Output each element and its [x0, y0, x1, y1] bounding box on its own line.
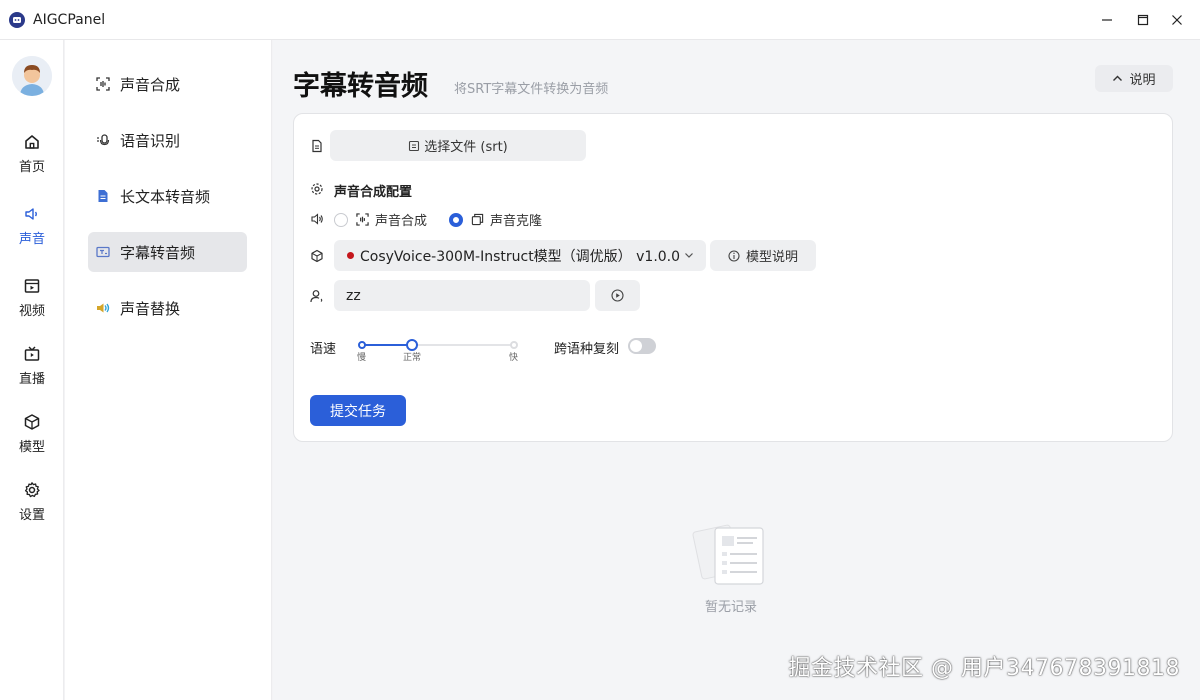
task-form-card: 选择文件 (srt) 声音合成配置 声音合成 声音克隆 CosyVoice-30…: [293, 113, 1173, 442]
cross-lingual-label: 跨语种复刻: [554, 342, 620, 357]
submenu-item-voice-synthesis[interactable]: 声音合成: [88, 64, 247, 104]
submenu-item-speech-recognition[interactable]: 语音识别: [88, 120, 247, 160]
speed-tick-slow: 慢: [357, 353, 367, 363]
synthesis-config-label: 声音合成配置: [334, 185, 413, 200]
help-button[interactable]: 说明: [1095, 65, 1173, 92]
speed-tick-normal: 正常: [403, 353, 422, 363]
submenu-item-sound-replace[interactable]: 声音替换: [88, 288, 247, 328]
mode-label-synthesis: 声音合成: [375, 214, 428, 229]
tv-icon: [24, 346, 40, 361]
play-button[interactable]: [595, 280, 640, 311]
gear-icon: [24, 482, 40, 498]
close-button[interactable]: [1160, 0, 1194, 40]
voice-submenu: 声音合成 语音识别 长文本转音频 字幕转音频 声音替换: [65, 40, 272, 700]
app-logo-icon: [9, 11, 25, 28]
empty-records-text: 暂无记录: [705, 600, 758, 615]
cube-icon: [24, 414, 40, 430]
speaker-person-icon: [310, 290, 323, 303]
maximize-button[interactable]: [1126, 0, 1160, 40]
mode-radio-group: 声音合成 声音克隆: [334, 210, 564, 229]
model-select[interactable]: CosyVoice-300M-Instruct模型（调优版） v1.0.0: [334, 240, 706, 271]
rail-item-model[interactable]: 模型: [0, 406, 64, 462]
cross-lingual-toggle[interactable]: [628, 338, 656, 354]
video-icon: [24, 279, 40, 293]
rail-label-video: 视频: [18, 304, 45, 319]
minimize-button[interactable]: [1090, 0, 1124, 40]
window-controls: [1090, 0, 1200, 40]
subtitle-icon: [96, 246, 110, 258]
speech-recognition-icon: [97, 134, 110, 146]
maximize-icon: [1137, 14, 1149, 26]
volume-icon: [311, 213, 323, 225]
rail-item-voice[interactable]: 声音: [0, 198, 64, 254]
submenu-label-subtitle-audio: 字幕转音频: [120, 243, 196, 262]
submit-task-button[interactable]: 提交任务: [310, 395, 406, 426]
mode-option-synthesis[interactable]: 声音合成: [334, 210, 427, 229]
empty-records-icon: [692, 524, 764, 585]
submenu-label-sound-replace: 声音替换: [120, 299, 181, 318]
speed-slider-end-dot: [510, 341, 518, 349]
submenu-label-long-text: 长文本转音频: [120, 187, 211, 206]
sound-replace-icon: [97, 303, 110, 313]
page-title: 字幕转音频: [293, 71, 428, 102]
radio-clone[interactable]: [449, 212, 464, 227]
config-gear-icon: [311, 183, 323, 195]
rail-item-home[interactable]: 首页: [0, 126, 64, 182]
speed-slider[interactable]: [358, 339, 518, 351]
submenu-label-voice-synthesis: 声音合成: [120, 75, 181, 94]
mode-option-clone[interactable]: 声音克隆: [449, 210, 542, 229]
title-bar: AIGCPanel: [0, 0, 1200, 40]
speed-slider-start-dot: [358, 341, 366, 349]
watermark: 掘金技术社区 @ 用户347678391818: [788, 656, 1180, 681]
rail-label-voice: 声音: [18, 232, 45, 247]
scan-voice-icon: [356, 213, 369, 226]
avatar[interactable]: [12, 56, 52, 96]
speed-tick-fast: 快: [509, 353, 519, 363]
model-status-dot: [347, 252, 354, 259]
clone-icon: [471, 213, 484, 226]
main-content: 字幕转音频 将SRT字幕文件转换为音频 说明 选择文件 (srt) 声音合成配置…: [273, 40, 1200, 700]
rail-item-live[interactable]: 直播: [0, 338, 64, 394]
file-select-icon: [409, 140, 420, 151]
help-label: 说明: [1129, 73, 1156, 88]
model-cube-icon: [311, 249, 323, 263]
rail-label-live: 直播: [18, 372, 45, 387]
speaker-icon: [25, 208, 37, 220]
select-file-button[interactable]: 选择文件 (srt): [330, 130, 586, 161]
select-file-label: 选择文件 (srt): [424, 140, 508, 155]
rail-label-model: 模型: [18, 440, 45, 455]
minimize-icon: [1102, 19, 1112, 21]
chevron-up-icon: [1113, 75, 1123, 81]
app-title: AIGCPanel: [33, 11, 106, 28]
radio-synthesis[interactable]: [334, 212, 348, 227]
file-icon: [312, 139, 322, 153]
left-rail: 首页 声音 视频 直播 模型 设置: [0, 40, 64, 700]
info-icon: [728, 249, 740, 262]
cross-lingual-toggle-knob: [630, 340, 642, 352]
home-icon: [25, 135, 39, 149]
rail-item-video[interactable]: 视频: [0, 270, 64, 326]
submenu-label-speech-recognition: 语音识别: [120, 131, 181, 150]
model-select-value: CosyVoice-300M-Instruct模型（调优版） v1.0.0: [360, 248, 681, 265]
submenu-item-long-text[interactable]: 长文本转音频: [88, 176, 247, 216]
chevron-down-icon: [685, 253, 693, 258]
scan-voice-icon: [96, 77, 110, 91]
close-icon: [1172, 15, 1182, 25]
document-icon: [98, 190, 108, 202]
rail-label-settings: 设置: [18, 508, 45, 523]
model-info-button[interactable]: 模型说明: [710, 240, 816, 271]
submenu-item-subtitle-audio[interactable]: 字幕转音频: [88, 232, 247, 272]
mode-label-clone: 声音克隆: [490, 214, 543, 229]
rail-item-settings[interactable]: 设置: [0, 474, 64, 530]
voice-input[interactable]: [334, 280, 590, 311]
model-info-label: 模型说明: [745, 250, 798, 265]
page-subtitle: 将SRT字幕文件转换为音频: [454, 82, 609, 97]
rail-label-home: 首页: [18, 160, 45, 175]
play-circle-icon: [611, 289, 624, 302]
speed-label: 语速: [310, 342, 337, 357]
